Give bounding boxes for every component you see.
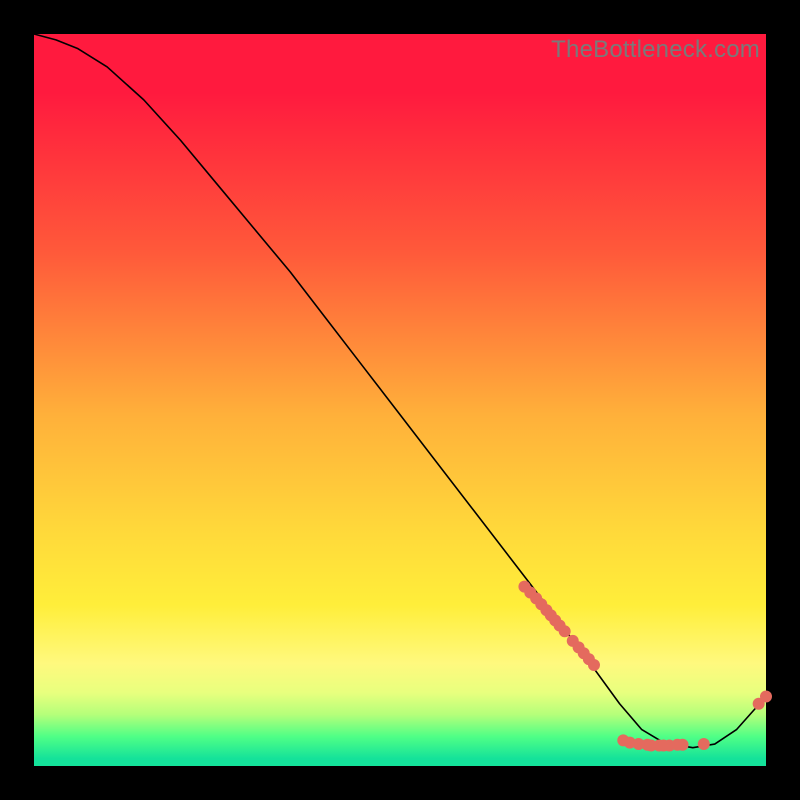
bottleneck-curve — [34, 34, 766, 748]
chart-frame: TheBottleneck.com — [0, 0, 800, 800]
data-dot — [588, 659, 600, 671]
data-dot — [698, 738, 710, 750]
data-dot — [559, 625, 571, 637]
data-dots — [518, 581, 772, 752]
data-dot — [760, 690, 772, 702]
chart-svg — [34, 34, 766, 766]
data-dot — [677, 739, 689, 751]
plot-area: TheBottleneck.com — [34, 34, 766, 766]
